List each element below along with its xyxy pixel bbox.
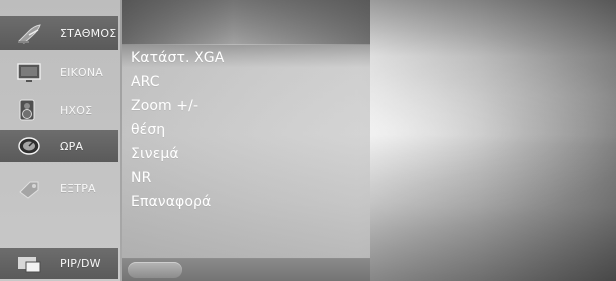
menu-label-pip-dw: PIP/DW — [60, 257, 101, 270]
bottom-status-bar — [122, 258, 370, 281]
menu-item-picture[interactable]: ΕΙΚΟΝΑ — [0, 57, 118, 88]
menu-label-sound: ΗΧΟΣ — [60, 103, 93, 117]
tv-osd-screen: ΣΤΑΘΜΟΣ ΕΙΚΟΝΑ ΗΧΟΣ ΩΡΑ ΕΞΤΡΑ PIP/DW Κατ… — [0, 0, 616, 281]
menu-item-time[interactable]: ΩΡΑ — [0, 130, 118, 162]
submenu-item-arc[interactable]: ARC — [131, 70, 351, 94]
submenu-item-xga-mode[interactable]: Κατάστ. XGA — [131, 46, 351, 70]
submenu-item-zoom[interactable]: Zoom +/- — [131, 94, 351, 118]
menu-item-pip-dw[interactable]: PIP/DW — [0, 248, 118, 279]
speaker-icon — [19, 99, 35, 121]
menu-item-extra[interactable]: ΕΞΤΡΑ — [0, 171, 118, 205]
clock-icon — [18, 137, 40, 155]
monitor-icon — [17, 62, 41, 82]
submenu-list: Κατάστ. XGA ARC Zoom +/- θέση Σινεμά NR … — [131, 46, 351, 214]
tag-icon — [19, 181, 39, 199]
submenu-item-position[interactable]: θέση — [131, 118, 351, 142]
menu-label-picture: ΕΙΚΟΝΑ — [60, 66, 104, 79]
menu-label-extra: ΕΞΤΡΑ — [60, 181, 96, 195]
submenu-item-nr[interactable]: NR — [131, 166, 351, 190]
menu-item-station[interactable]: ΣΤΑΘΜΟΣ — [0, 16, 118, 50]
screen-gloss-bands — [370, 0, 616, 281]
time-submenu-panel: Κατάστ. XGA ARC Zoom +/- θέση Σινεμά NR … — [122, 0, 370, 260]
submenu-header-gloss — [122, 0, 370, 45]
left-main-menu: ΣΤΑΘΜΟΣ ΕΙΚΟΝΑ ΗΧΟΣ ΩΡΑ ΕΞΤΡΑ PIP/DW — [0, 0, 122, 281]
menu-label-time: ΩΡΑ — [60, 139, 84, 153]
menu-label-station: ΣΤΑΘΜΟΣ — [60, 26, 117, 40]
menu-item-sound[interactable]: ΗΧΟΣ — [0, 93, 118, 127]
pip-icon — [18, 256, 41, 272]
submenu-item-cinema[interactable]: Σινεμά — [131, 142, 351, 166]
submenu-item-reset[interactable]: Επαναφορά — [131, 190, 351, 214]
satellite-dish-icon — [18, 24, 41, 44]
bottom-pill — [128, 262, 182, 278]
